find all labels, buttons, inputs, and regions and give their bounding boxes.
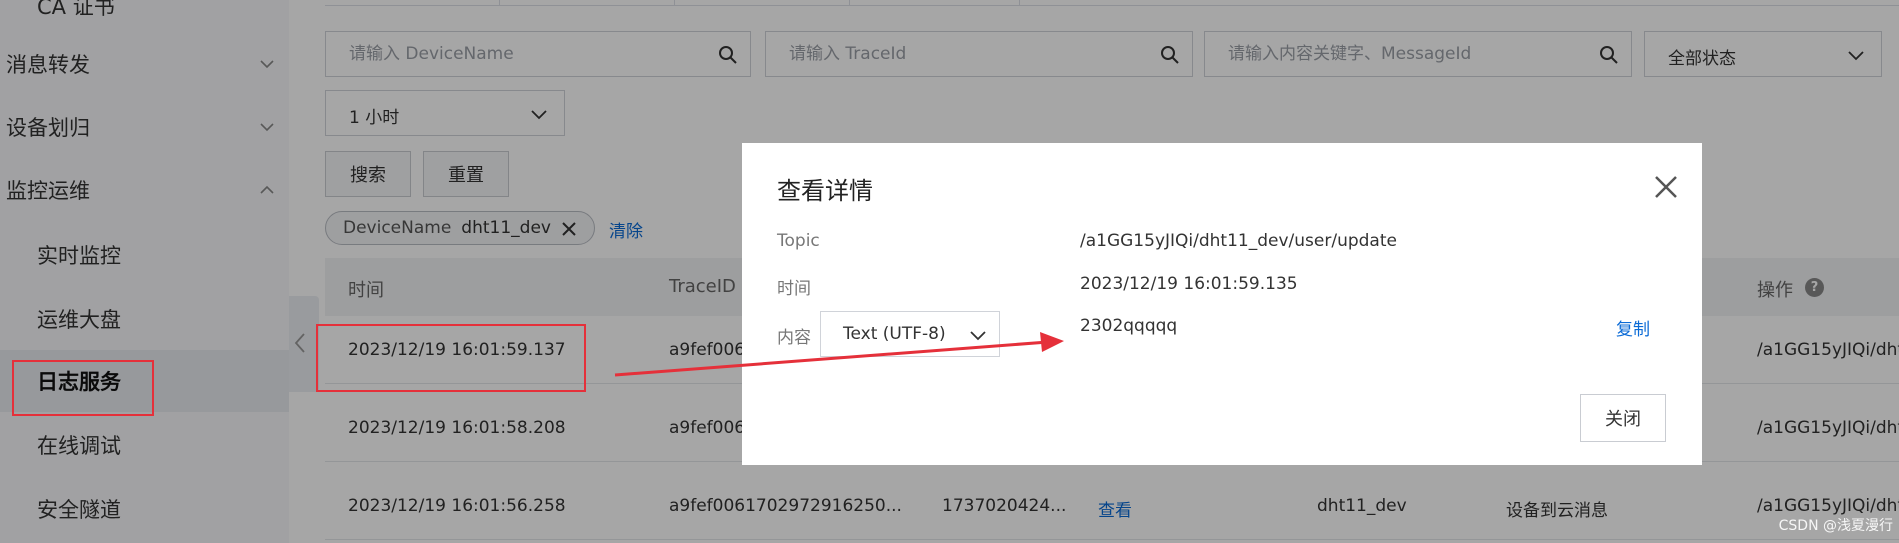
watermark: CSDN @浅夏漫行 xyxy=(1778,518,1893,534)
annotation-arrow xyxy=(614,332,1064,377)
page: CA 证书 消息转发 设备划归 监控运维 实时监控 运维大盘 日志服务 在线调试… xyxy=(0,0,1899,543)
